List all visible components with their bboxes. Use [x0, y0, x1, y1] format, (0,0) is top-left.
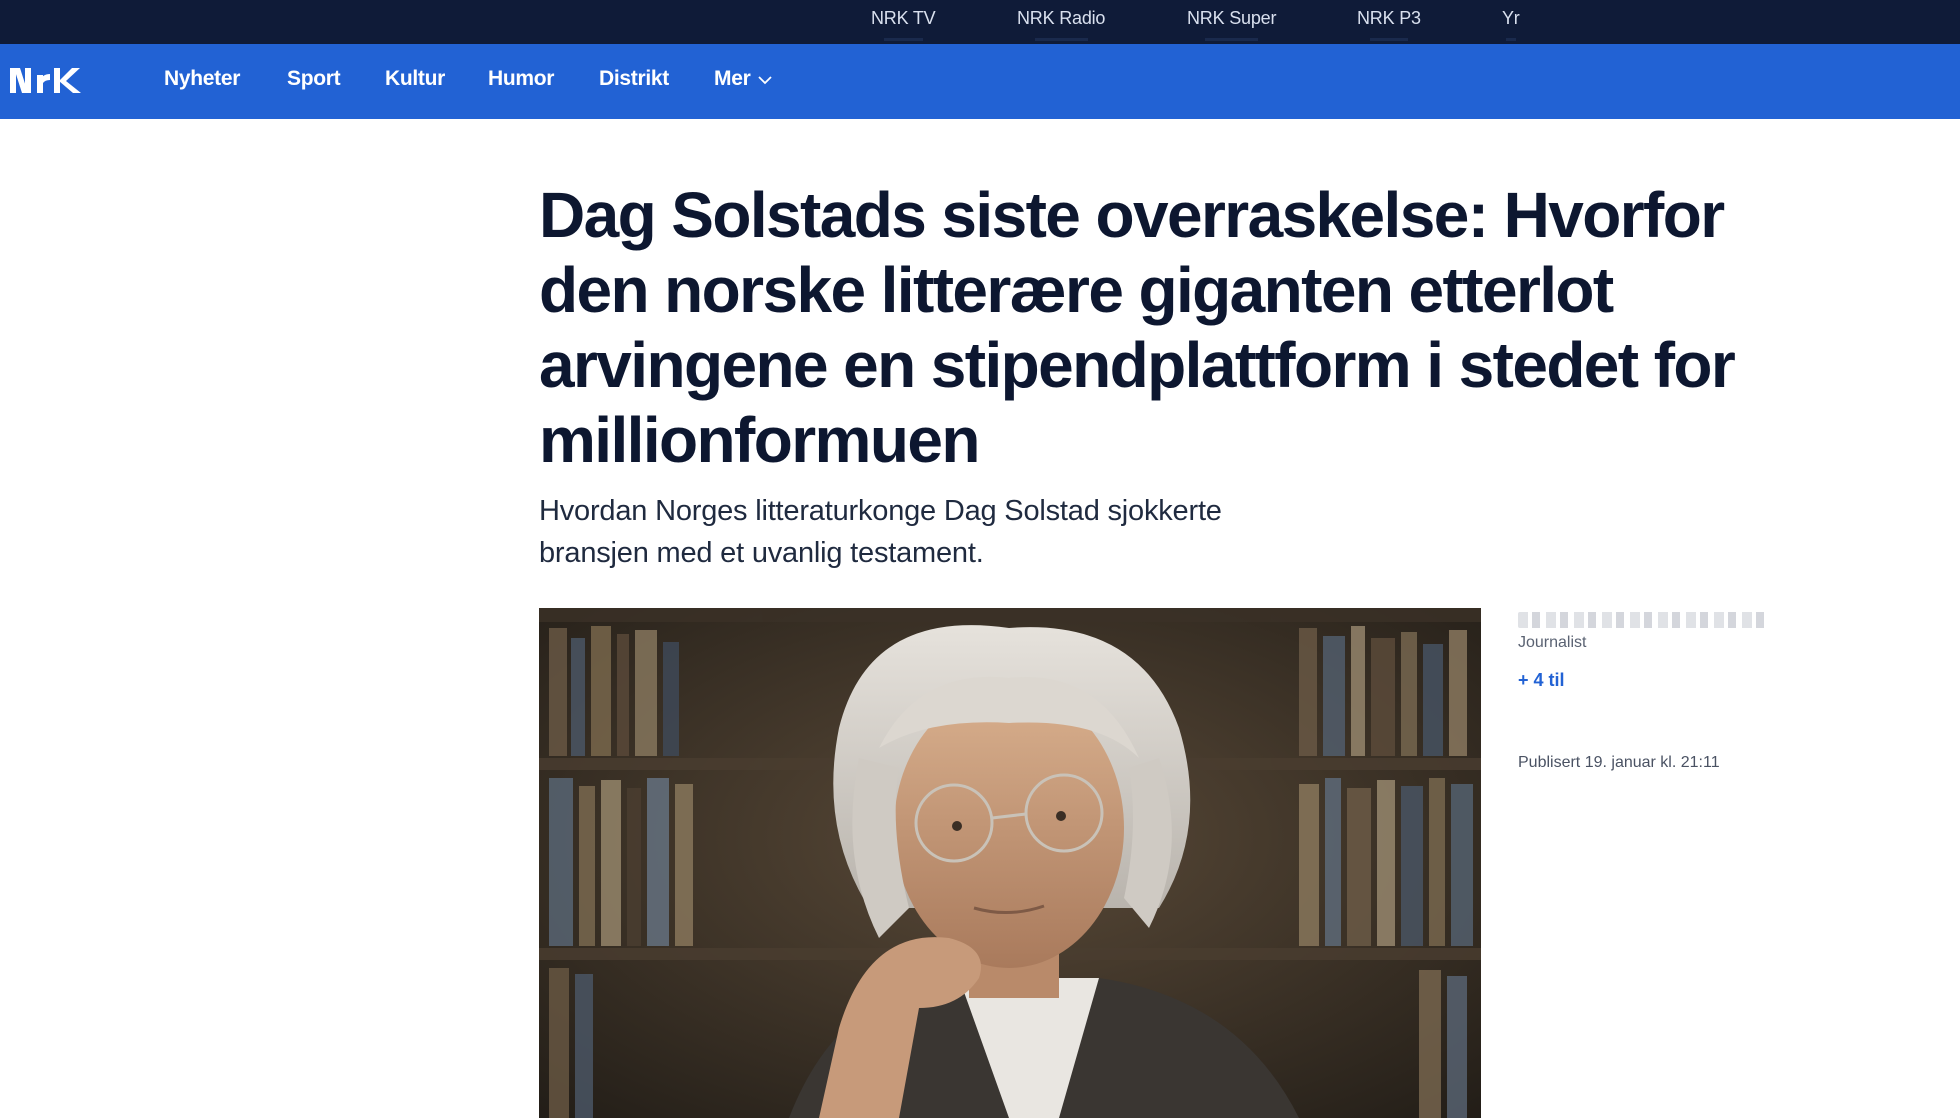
service-bar: NRK TV NRK Radio NRK Super NRK P3 Yr [0, 0, 1960, 44]
service-link-nrk-tv[interactable]: NRK TV [871, 8, 936, 41]
service-link-nrk-p3[interactable]: NRK P3 [1357, 8, 1421, 41]
service-links: NRK TV NRK Radio NRK Super NRK P3 Yr [0, 0, 1960, 44]
published-timestamp: Publisert 19. januar kl. 21:11 [1518, 754, 1720, 771]
nav-item-mer-label: Mer [714, 67, 751, 90]
nav-item-sport[interactable]: Sport [287, 67, 341, 91]
service-link-nrk-radio[interactable]: NRK Radio [1017, 8, 1105, 41]
service-link-yr[interactable]: Yr [1502, 8, 1520, 41]
nav-item-distrikt[interactable]: Distrikt [599, 67, 669, 91]
more-authors-link[interactable]: + 4 til [1518, 670, 1798, 691]
nrk-logo[interactable] [10, 66, 82, 96]
nav-item-kultur[interactable]: Kultur [385, 67, 445, 91]
nav-item-humor[interactable]: Humor [488, 67, 554, 91]
byline-role: Journalist [1518, 634, 1587, 651]
byline: Journalist + 4 til [1518, 612, 1798, 691]
main-navigation: Nyheter Sport Kultur Humor Distrikt Mer [0, 44, 1960, 119]
article-lede: Hvordan Norges litteraturkonge Dag Solst… [539, 495, 1222, 569]
chevron-down-icon [758, 67, 773, 91]
article-headline: Dag Solstads siste overraskelse: Hvorfor… [539, 179, 1736, 476]
nav-item-nyheter[interactable]: Nyheter [164, 67, 240, 91]
service-link-nrk-super[interactable]: NRK Super [1187, 8, 1276, 41]
byline-author-name-redacted [1518, 612, 1768, 628]
article-photo [539, 608, 1481, 1118]
nav-item-mer[interactable]: Mer [714, 67, 773, 91]
